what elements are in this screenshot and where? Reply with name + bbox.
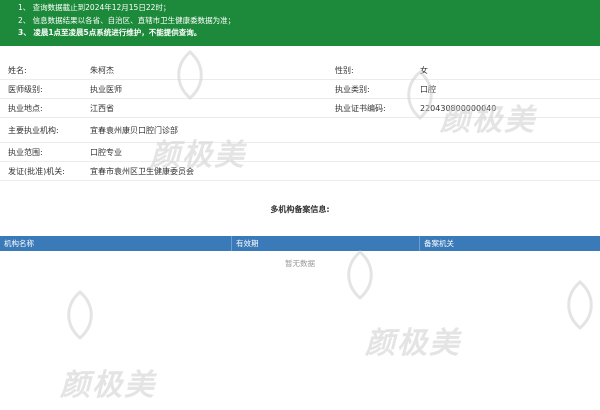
location-value: 江西省 [90,103,114,113]
doctor-info-table: 姓名: 朱柯杰 性别: 女 医师级别: 执业医师 执业类别: 口腔 执业地点: … [0,61,600,181]
scope-value: 口腔专业 [90,147,122,157]
column-header-authority: 备案机关 [424,239,454,248]
level-value: 执业医师 [90,84,122,94]
info-row-authority: 发证(批准)机关: 宜春市袁州区卫生健康委员会 [0,162,600,181]
leaf-icon [67,290,93,340]
watermark-logo-5 [60,290,100,340]
gender-label: 性别: [335,65,354,75]
category-value: 口腔 [420,84,436,94]
multi-institution-title: 多机构备案信息: [270,205,330,214]
info-row-level: 医师级别: 执业医师 执业类别: 口腔 [0,80,600,99]
cert-label: 执业证书编码: [335,103,386,113]
institution-label: 主要执业机构: [8,125,59,135]
category-label: 执业类别: [335,84,370,94]
notice-line-3: 3、 凌晨1点至凌晨5点系统进行维护，不能提供查询。 [18,28,202,37]
authority-label: 发证(批准)机关: [8,166,65,176]
cert-value: 220430800000040 [420,103,497,113]
authority-value: 宜春市袁州区卫生健康委员会 [90,166,194,176]
empty-table-message: 暂无数据 [285,259,315,268]
location-label: 执业地点: [8,103,43,113]
column-header-institution: 机构名称 [0,236,232,251]
info-row-name: 姓名: 朱柯杰 性别: 女 [0,61,600,80]
info-row-institution: 主要执业机构: 宜春袁州康贝口腔门诊部 [0,118,600,143]
gender-value: 女 [420,65,428,75]
scope-label: 执业范围: [8,147,43,157]
level-label: 医师级别: [8,84,43,94]
notice-line-1: 1、 查询数据截止到2024年12月15日22时； [18,3,171,12]
name-value: 朱柯杰 [90,65,114,75]
institution-value: 宜春袁州康贝口腔门诊部 [90,125,178,135]
info-row-scope: 执业范围: 口腔专业 [0,143,600,162]
name-label: 姓名: [8,65,27,75]
watermark-logo-4 [560,280,600,330]
column-header-validity: 有效期 [232,236,420,251]
info-row-location: 执业地点: 江西省 执业证书编码: 220430800000040 [0,99,600,118]
leaf-icon [567,280,593,330]
notice-banner: 1、 查询数据截止到2024年12月15日22时； 2、 信息数据结果以各省、自… [0,0,600,46]
watermark-text-4: 颜极美 [60,368,156,403]
multi-institution-table-header: 机构名称 有效期 备案机关 [0,236,600,251]
notice-line-2: 2、 信息数据结果以各省、自治区、直辖市卫生健康委数据为准； [18,15,236,25]
watermark-text-3: 颜极美 [365,326,461,361]
